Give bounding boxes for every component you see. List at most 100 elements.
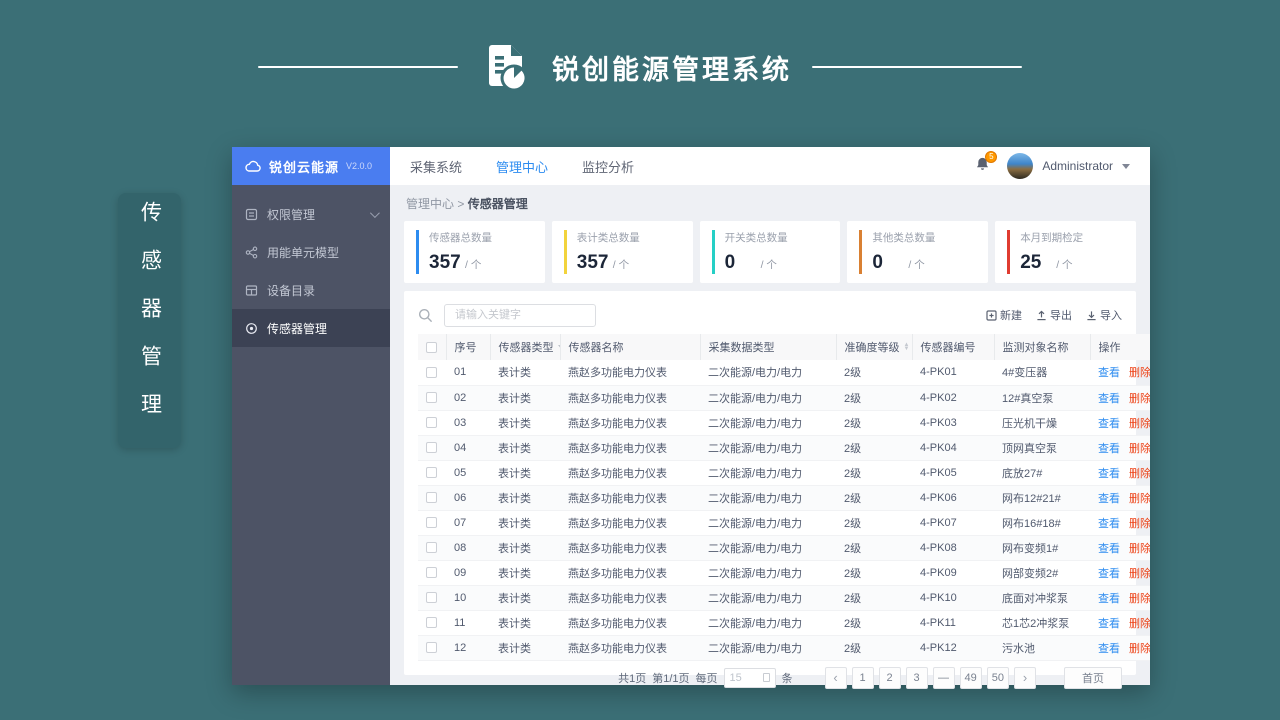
notification-bell-icon[interactable]: 5 xyxy=(975,150,998,177)
export-button[interactable]: 导出 xyxy=(1036,307,1072,323)
select-all-checkbox[interactable] xyxy=(426,341,437,353)
table-row[interactable]: 10 表计类 燕赵多功能电力仪表 二次能源/电力/电力 2级 4-PK10 底面… xyxy=(418,585,1150,611)
view-link[interactable]: 查看 xyxy=(1098,443,1120,455)
delete-link[interactable]: 删除 xyxy=(1129,618,1150,630)
cell-sensor-name: 燕赵多功能电力仪表 xyxy=(560,460,700,486)
stat-label: 本月到期检定 xyxy=(1020,232,1084,244)
select-dropdown-icon xyxy=(762,673,770,682)
row-checkbox[interactable] xyxy=(426,366,437,378)
table-row[interactable]: 03 表计类 燕赵多功能电力仪表 二次能源/电力/电力 2级 4-PK03 压光… xyxy=(418,410,1150,436)
page-number-button[interactable]: 49 xyxy=(959,666,982,689)
cell-sensor-name: 燕赵多功能电力仪表 xyxy=(560,510,700,536)
pagination-bar: 共1页 第1/1页 每页 15 条 ‹ 1 2 3—49 50 › 首页 xyxy=(418,661,1122,695)
row-checkbox[interactable] xyxy=(426,492,437,504)
user-name[interactable]: Administrator xyxy=(1042,159,1113,173)
delete-link[interactable]: 删除 xyxy=(1129,518,1150,530)
delete-link[interactable]: 删除 xyxy=(1129,443,1150,455)
table-row[interactable]: 04 表计类 燕赵多功能电力仪表 二次能源/电力/电力 2级 4-PK04 顶网… xyxy=(418,435,1150,461)
sidebar-item-permissions[interactable]: 权限管理 xyxy=(232,195,390,233)
row-checkbox[interactable] xyxy=(426,442,437,454)
sensor-target-icon xyxy=(245,322,258,335)
view-link[interactable]: 查看 xyxy=(1098,468,1120,480)
view-link[interactable]: 查看 xyxy=(1098,568,1120,580)
row-checkbox[interactable] xyxy=(426,517,437,529)
view-link[interactable]: 查看 xyxy=(1098,518,1120,530)
page-number-button[interactable]: — xyxy=(932,666,955,689)
delete-link[interactable]: 删除 xyxy=(1129,643,1150,655)
prev-page-button[interactable]: ‹ xyxy=(824,666,847,689)
search-input[interactable] xyxy=(444,303,596,327)
cell-sensor-name: 燕赵多功能电力仪表 xyxy=(560,610,700,636)
cell-target-name: 网布变频1# xyxy=(994,535,1090,561)
next-page-button[interactable]: › xyxy=(1014,666,1036,689)
cell-data-type: 二次能源/电力/电力 xyxy=(700,435,836,461)
tab-collection-system[interactable]: 采集系统 xyxy=(410,157,462,176)
row-checkbox[interactable] xyxy=(426,392,437,404)
delete-link[interactable]: 删除 xyxy=(1129,468,1150,480)
row-checkbox[interactable] xyxy=(426,417,437,429)
page-number-button[interactable]: 2 xyxy=(878,666,901,689)
cell-sensor-name: 燕赵多功能电力仪表 xyxy=(560,410,700,436)
home-page-button[interactable]: 首页 xyxy=(1064,666,1122,689)
row-checkbox[interactable] xyxy=(426,467,437,479)
delete-link[interactable]: 删除 xyxy=(1129,367,1150,379)
row-checkbox[interactable] xyxy=(426,542,437,554)
row-checkbox[interactable] xyxy=(426,567,437,579)
page-size-select[interactable]: 15 xyxy=(723,667,776,688)
view-link[interactable]: 查看 xyxy=(1098,618,1120,630)
tab-management-center[interactable]: 管理中心 xyxy=(496,157,548,176)
cell-serial: 10 xyxy=(446,585,490,611)
view-link[interactable]: 查看 xyxy=(1098,543,1120,555)
delete-link[interactable]: 删除 xyxy=(1129,543,1150,555)
cell-sensor-code: 4-PK03 xyxy=(912,410,994,436)
sort-icon[interactable]: ▲ ▼ xyxy=(904,342,910,352)
table-row[interactable]: 12 表计类 燕赵多功能电力仪表 二次能源/电力/电力 2级 4-PK12 污水… xyxy=(418,635,1150,661)
view-link[interactable]: 查看 xyxy=(1098,493,1120,505)
table-row[interactable]: 09 表计类 燕赵多功能电力仪表 二次能源/电力/电力 2级 4-PK09 网部… xyxy=(418,560,1150,586)
page-number-button[interactable]: 50 xyxy=(986,666,1009,689)
delete-link[interactable]: 删除 xyxy=(1129,418,1150,430)
cell-serial: 06 xyxy=(446,485,490,511)
table-row[interactable]: 07 表计类 燕赵多功能电力仪表 二次能源/电力/电力 2级 4-PK07 网布… xyxy=(418,510,1150,536)
table-row[interactable]: 06 表计类 燕赵多功能电力仪表 二次能源/电力/电力 2级 4-PK06 网布… xyxy=(418,485,1150,511)
view-link[interactable]: 查看 xyxy=(1098,418,1120,430)
stat-color-bar: 开关类总数量 0 / 个 xyxy=(711,230,829,274)
stat-value: 357 xyxy=(429,252,461,273)
cell-accuracy: 2级 xyxy=(836,485,912,511)
cell-sensor-type: 表计类 xyxy=(490,560,560,586)
user-menu-caret-icon[interactable] xyxy=(1122,163,1130,169)
stat-unit: / 个 xyxy=(908,259,925,271)
sidebar-item-sensor-management[interactable]: 传感器管理 xyxy=(232,309,390,347)
delete-link[interactable]: 删除 xyxy=(1129,593,1150,605)
breadcrumb-root[interactable]: 管理中心 xyxy=(406,197,454,211)
toolbar-actions: 新建 导出 导入 xyxy=(986,307,1122,323)
table-row[interactable]: 02 表计类 燕赵多功能电力仪表 二次能源/电力/电力 2级 4-PK02 12… xyxy=(418,385,1150,411)
row-checkbox[interactable] xyxy=(426,642,437,654)
cell-sensor-code: 4-PK10 xyxy=(912,585,994,611)
table-row[interactable]: 01 表计类 燕赵多功能电力仪表 二次能源/电力/电力 2级 4-PK01 4#… xyxy=(418,360,1150,386)
row-checkbox[interactable] xyxy=(426,617,437,629)
avatar[interactable] xyxy=(1007,153,1034,179)
col-sensor-code: 传感器编号 xyxy=(911,334,994,360)
col-serial: 序号 xyxy=(445,334,490,360)
cell-sensor-code: 4-PK02 xyxy=(912,385,994,411)
delete-link[interactable]: 删除 xyxy=(1129,393,1150,405)
page-number-button[interactable]: 1 xyxy=(851,666,874,689)
import-button[interactable]: 导入 xyxy=(1086,307,1122,323)
view-link[interactable]: 查看 xyxy=(1098,643,1120,655)
page-number-button[interactable]: 3 xyxy=(905,666,928,689)
delete-link[interactable]: 删除 xyxy=(1129,568,1150,580)
view-link[interactable]: 查看 xyxy=(1098,393,1120,405)
view-link[interactable]: 查看 xyxy=(1098,593,1120,605)
new-button[interactable]: 新建 xyxy=(986,307,1022,323)
breadcrumb-current: 传感器管理 xyxy=(467,197,528,211)
sidebar-item-device-catalog[interactable]: 设备目录 xyxy=(232,271,390,309)
delete-link[interactable]: 删除 xyxy=(1129,493,1150,505)
tab-monitoring-analysis[interactable]: 监控分析 xyxy=(582,157,634,176)
row-checkbox[interactable] xyxy=(426,592,437,604)
table-row[interactable]: 08 表计类 燕赵多功能电力仪表 二次能源/电力/电力 2级 4-PK08 网布… xyxy=(418,535,1150,561)
sidebar-item-energy-unit-model[interactable]: 用能单元模型 xyxy=(232,233,390,271)
table-row[interactable]: 05 表计类 燕赵多功能电力仪表 二次能源/电力/电力 2级 4-PK05 底放… xyxy=(418,460,1150,486)
view-link[interactable]: 查看 xyxy=(1098,367,1120,379)
table-row[interactable]: 11 表计类 燕赵多功能电力仪表 二次能源/电力/电力 2级 4-PK11 芯1… xyxy=(418,610,1150,636)
